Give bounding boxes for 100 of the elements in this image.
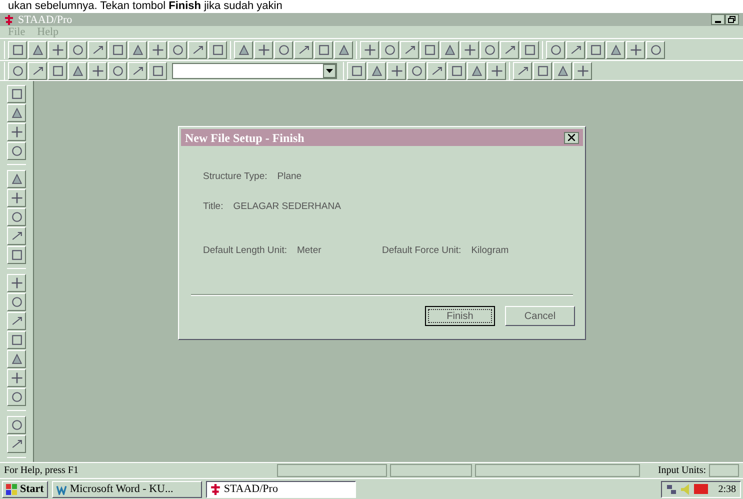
toolbar-button[interactable] [7, 246, 26, 264]
toolbar-button[interactable] [460, 40, 479, 58]
tool-icon [130, 42, 144, 56]
toolbar-button[interactable] [8, 40, 27, 58]
toolbar-button[interactable] [7, 293, 26, 311]
tool-icon [10, 144, 24, 158]
toolbar-button[interactable] [8, 62, 27, 80]
restore-button[interactable] [725, 14, 739, 25]
toolbar-button[interactable] [108, 40, 127, 58]
toolbar-button[interactable] [420, 40, 439, 58]
toolbar-button[interactable] [7, 104, 26, 122]
toolbar-button[interactable] [347, 62, 366, 80]
toolbar-button[interactable] [28, 40, 47, 58]
toolbar-button[interactable] [7, 142, 26, 160]
toolbar-button[interactable] [168, 40, 187, 58]
toolbar-button[interactable] [7, 435, 26, 453]
toolbar-button[interactable] [128, 40, 147, 58]
minimize-button[interactable] [711, 14, 725, 25]
toolbar-button[interactable] [148, 40, 167, 58]
toolbar-button[interactable] [314, 40, 333, 58]
tool-icon [10, 172, 24, 186]
toolbar-button[interactable] [294, 40, 313, 58]
toolbar-button[interactable] [188, 40, 207, 58]
toolbar-button[interactable] [467, 62, 486, 80]
tool-icon [70, 64, 84, 78]
tool-icon [10, 276, 24, 290]
toolbar-button[interactable] [606, 40, 625, 58]
toolbar-button[interactable] [7, 208, 26, 226]
toolbar-button[interactable] [7, 416, 26, 434]
windows-flag-icon [6, 484, 18, 494]
start-button[interactable]: Start [2, 480, 48, 498]
field-value: Kilogram [471, 244, 509, 258]
toolbar-button[interactable] [7, 331, 26, 349]
toolbar-button[interactable] [48, 62, 67, 80]
dialog-button[interactable]: Cancel [505, 306, 575, 326]
toolbar-button[interactable] [7, 312, 26, 330]
task-icon [210, 484, 221, 494]
toolbar-button[interactable] [28, 62, 47, 80]
toolbar-button[interactable] [88, 62, 107, 80]
toolbar-button[interactable] [7, 274, 26, 292]
toolbar-button[interactable] [48, 40, 67, 58]
toolbar-button[interactable] [7, 123, 26, 141]
toolbar-button[interactable] [573, 62, 592, 80]
toolbar-button[interactable] [7, 189, 26, 207]
toolbar-button[interactable] [447, 62, 466, 80]
toolbar-button[interactable] [7, 350, 26, 368]
toolbar-button[interactable] [380, 40, 399, 58]
toolbar-button[interactable] [533, 62, 552, 80]
tool-icon [10, 42, 24, 56]
toolbar-button[interactable] [88, 40, 107, 58]
close-button[interactable] [564, 132, 579, 144]
toolbar-button[interactable] [520, 40, 539, 58]
tool-icon [170, 42, 184, 56]
toolbar-button[interactable] [566, 40, 585, 58]
minimize-icon [715, 21, 721, 23]
dropdown-caret-icon[interactable] [323, 64, 336, 78]
toolbar-button[interactable] [7, 170, 26, 188]
tool-icon [410, 64, 424, 78]
task-icon [56, 484, 67, 494]
toolbar-button[interactable] [208, 40, 227, 58]
network-icon [666, 484, 678, 494]
taskbar-task[interactable]: Microsoft Word - KU... [52, 480, 202, 498]
toolbar-button[interactable] [553, 62, 572, 80]
toolbar-button[interactable] [108, 62, 127, 80]
toolbar-button[interactable] [487, 62, 506, 80]
toolbar-button[interactable] [626, 40, 645, 58]
toolbar-button[interactable] [427, 62, 446, 80]
taskbar-task[interactable]: STAAD/Pro [206, 480, 356, 498]
toolbar-button[interactable] [500, 40, 519, 58]
toolbar-button[interactable] [7, 85, 26, 103]
toolbar-button[interactable] [234, 40, 253, 58]
toolbar-button[interactable] [387, 62, 406, 80]
toolbar-button[interactable] [513, 62, 532, 80]
toolbar-button[interactable] [274, 40, 293, 58]
toolbar-button[interactable] [7, 369, 26, 387]
toolbar-button[interactable] [68, 62, 87, 80]
toolbar-button[interactable] [7, 227, 26, 245]
tool-icon [10, 210, 24, 224]
dialog-button[interactable]: Finish [425, 306, 495, 326]
toolbar-button[interactable] [440, 40, 459, 58]
toolbar-button[interactable] [360, 40, 379, 58]
toolbar-button[interactable] [128, 62, 147, 80]
close-icon [568, 134, 575, 141]
toolbar-button[interactable] [400, 40, 419, 58]
toolbar-button[interactable] [7, 388, 26, 406]
combo-box[interactable] [172, 62, 337, 78]
toolbar-button[interactable] [586, 40, 605, 58]
toolbar-button[interactable] [480, 40, 499, 58]
toolbar-button[interactable] [367, 62, 386, 80]
document-caption: ukan sebelumnya. Tekan tombol Finish jika sudah yakin [8, 0, 282, 13]
toolbar-button[interactable] [148, 62, 167, 80]
tool-icon [110, 64, 124, 78]
tool-icon [10, 390, 24, 404]
toolbar-button[interactable] [407, 62, 426, 80]
toolbar-button[interactable] [254, 40, 273, 58]
toolbar-button[interactable] [334, 40, 353, 58]
toolbar-button[interactable] [546, 40, 565, 58]
toolbar-button[interactable] [646, 40, 665, 58]
toolbar-button[interactable] [68, 40, 87, 58]
restore-icon [728, 16, 736, 23]
